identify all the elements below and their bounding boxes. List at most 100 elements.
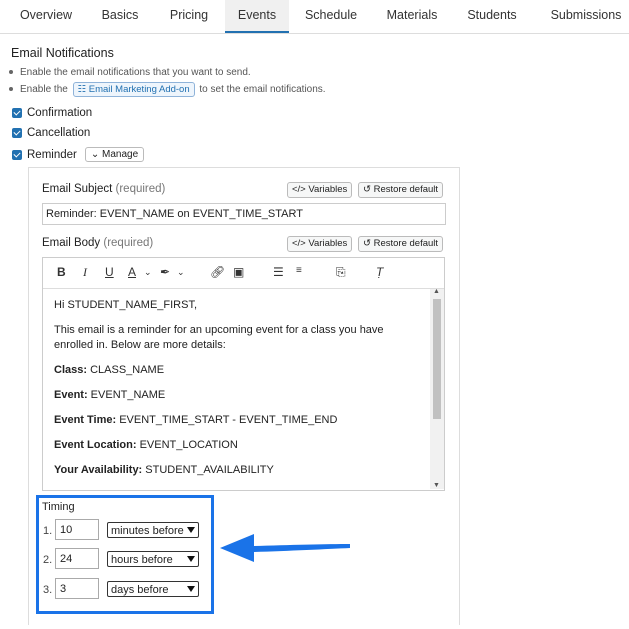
timing-title: Timing — [42, 501, 75, 513]
addon-button-label: Email Marketing Add-on — [88, 84, 190, 95]
body-location-line: Event Location: EVENT_LOCATION — [54, 438, 414, 453]
timing-unit-value: days before — [111, 584, 169, 596]
tab-submissions[interactable]: Submissions — [543, 0, 629, 32]
tab-schedule[interactable]: Schedule — [292, 0, 370, 32]
body-restore-default-button[interactable]: ↺ Restore default — [358, 236, 444, 252]
editor-toolbar: B I U A ⌄ ✒ ⌄ 🔗︎ ▣ ☰ ≡ ⎘ Ṭ — [43, 258, 444, 289]
event-value: EVENT_NAME — [87, 389, 166, 401]
restore-label: Restore default — [373, 184, 439, 195]
timing-value-input[interactable]: 24 — [55, 548, 99, 569]
subject-label-text: Email Subject — [42, 183, 113, 195]
body-label-text: Email Body — [42, 237, 101, 249]
restore-icon: ↺ — [363, 238, 371, 249]
chevron-down-icon — [187, 586, 195, 592]
location-value: EVENT_LOCATION — [136, 439, 238, 451]
confirmation-checkbox-row[interactable]: Confirmation — [12, 107, 92, 119]
timing-unit-value: minutes before — [111, 525, 184, 537]
underline-icon[interactable]: U — [105, 265, 114, 279]
variables-label: Variables — [308, 184, 348, 195]
tab-bar: Overview Basics Pricing Events Schedule … — [0, 0, 629, 34]
italic-icon[interactable]: I — [83, 265, 87, 280]
body-class-line: Class: CLASS_NAME — [54, 363, 414, 378]
timing-unit-select[interactable]: minutes before — [107, 522, 199, 538]
code-icon: </> — [292, 184, 306, 195]
cancellation-checkbox-row[interactable]: Cancellation — [12, 127, 90, 139]
bold-icon[interactable]: B — [57, 265, 66, 279]
chevron-down-icon[interactable]: ⌄ — [144, 267, 152, 278]
manage-button[interactable]: ⌄ Manage — [84, 147, 145, 162]
paste-icon[interactable]: ⎘ — [336, 265, 346, 280]
reminder-checkbox-row[interactable]: Reminder ⌄ Manage — [12, 147, 145, 162]
code-icon: </> — [292, 238, 306, 249]
email-subject-label: Email Subject (required) — [42, 183, 165, 195]
email-marketing-addon-button[interactable]: ☷ Email Marketing Add-on — [72, 82, 195, 97]
numbered-list-icon[interactable]: ≡ — [296, 265, 302, 276]
scrollbar-thumb[interactable] — [433, 299, 441, 419]
clear-formatting-icon[interactable]: Ṭ — [376, 265, 383, 279]
timing-unit-select[interactable]: days before — [107, 581, 199, 597]
bulleted-list-icon[interactable]: ☰ — [273, 265, 284, 279]
reminder-checkbox[interactable] — [12, 149, 22, 160]
chevron-down-icon[interactable]: ⌄ — [177, 267, 185, 278]
timing-value-input[interactable]: 3 — [55, 578, 99, 599]
availability-label: Your Availability: — [54, 464, 143, 476]
scroll-up-icon[interactable]: ▲ — [433, 288, 440, 295]
section-title: Email Notifications — [11, 46, 114, 60]
subject-restore-default-button[interactable]: ↺ Restore default — [358, 182, 444, 198]
tab-overview[interactable]: Overview — [0, 0, 92, 32]
bullet-text: Enable the — [20, 84, 68, 95]
body-event-line: Event: EVENT_NAME — [54, 388, 414, 403]
email-body-content[interactable]: Hi STUDENT_NAME_FIRST, This email is a r… — [54, 298, 414, 488]
variables-label: Variables — [308, 238, 348, 249]
tab-basics[interactable]: Basics — [92, 0, 148, 32]
reminder-label: Reminder — [27, 148, 77, 161]
tab-students[interactable]: Students — [461, 0, 523, 32]
tab-pricing[interactable]: Pricing — [153, 0, 225, 32]
required-note: (required) — [103, 237, 154, 249]
time-value: EVENT_TIME_START - EVENT_TIME_END — [116, 414, 338, 426]
link-icon[interactable]: 🔗︎ — [210, 265, 225, 279]
chevron-down-icon — [187, 527, 195, 533]
editor-scrollbar[interactable]: ▲ ▼ — [430, 288, 444, 489]
restore-label: Restore default — [373, 238, 439, 249]
availability-value: STUDENT_AVAILABILITY — [142, 464, 274, 476]
email-subject-input[interactable]: Reminder: EVENT_NAME on EVENT_TIME_START — [42, 203, 446, 225]
body-variables-button[interactable]: </> Variables — [287, 236, 353, 252]
class-value: CLASS_NAME — [87, 364, 165, 376]
body-greeting: Hi STUDENT_NAME_FIRST, — [54, 299, 198, 311]
image-icon[interactable]: ▣ — [233, 265, 244, 279]
restore-icon: ↺ — [363, 184, 371, 195]
bullet-text: Enable the email notifications that you … — [20, 67, 251, 78]
confirmation-label: Confirmation — [27, 107, 93, 119]
subject-variables-button[interactable]: </> Variables — [287, 182, 353, 198]
scroll-down-icon[interactable]: ▼ — [433, 482, 440, 489]
required-note: (required) — [115, 183, 166, 195]
timing-value-input[interactable]: 10 — [55, 519, 99, 540]
timing-row-number: 3. — [43, 584, 53, 596]
confirmation-checkbox[interactable] — [12, 108, 22, 118]
email-body-label: Email Body (required) — [42, 237, 153, 249]
chevron-down-icon: ⌄ — [90, 149, 100, 160]
class-label: Class: — [54, 364, 88, 376]
event-label: Event: — [54, 389, 88, 401]
timing-unit-value: hours before — [111, 554, 173, 566]
bullet-item: Enable the ☷ Email Marketing Add-on to s… — [9, 82, 326, 97]
bullet-dot — [9, 70, 13, 75]
location-label: Event Location: — [54, 439, 137, 451]
body-intro: This email is a reminder for an upcoming… — [54, 324, 384, 351]
tab-materials[interactable]: Materials — [378, 0, 446, 32]
manage-label: Manage — [102, 149, 139, 160]
tab-events[interactable]: Events — [225, 0, 289, 33]
email-body-editor[interactable]: B I U A ⌄ ✒ ⌄ 🔗︎ ▣ ☰ ≡ ⎘ Ṭ Hi STUDENT_N… — [42, 257, 445, 491]
cancellation-checkbox[interactable] — [12, 128, 22, 138]
body-availability-line: Your Availability: STUDENT_AVAILABILITY — [54, 463, 414, 478]
time-label: Event Time: — [54, 414, 117, 426]
timing-row-number: 1. — [43, 525, 53, 537]
timing-row-number: 2. — [43, 554, 53, 566]
body-time-line: Event Time: EVENT_TIME_START - EVENT_TIM… — [54, 413, 414, 428]
timing-unit-select[interactable]: hours before — [107, 551, 199, 567]
text-color-icon[interactable]: A — [128, 265, 136, 279]
arrow-shape — [220, 534, 350, 562]
highlight-color-icon[interactable]: ✒ — [160, 265, 170, 279]
bullet-item: Enable the email notifications that you … — [9, 67, 251, 78]
